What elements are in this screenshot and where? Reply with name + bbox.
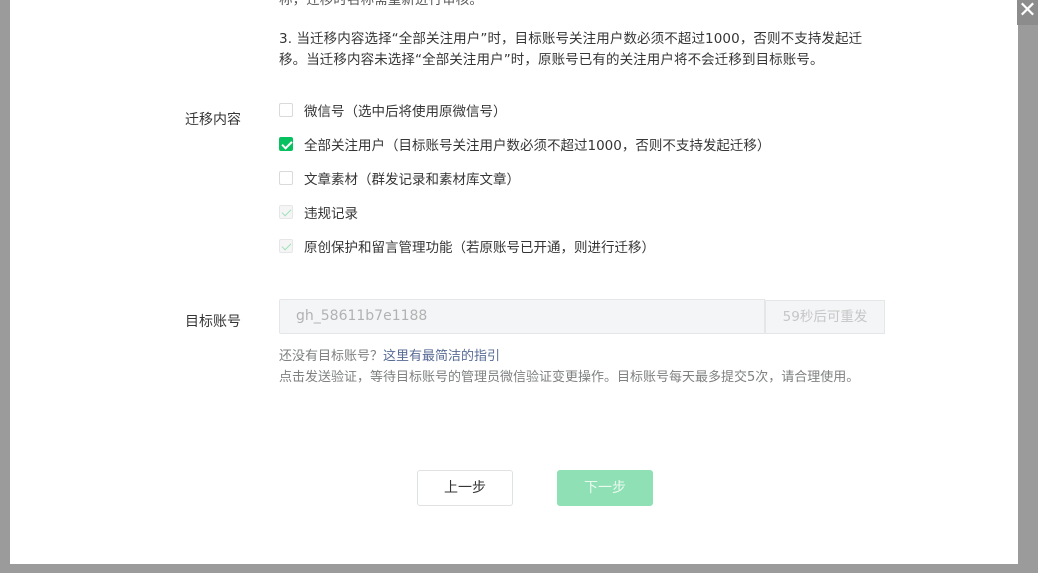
option-original-protection: 原创保护和留言管理功能（若原账号已开通，则进行迁移） [279, 236, 655, 256]
previous-step-button[interactable]: 上一步 [417, 470, 513, 506]
option-label: 违规记录 [304, 206, 358, 222]
checkbox-unchecked[interactable] [279, 103, 293, 117]
checkbox-checked-disabled [279, 205, 293, 219]
option-violation-records: 违规记录 [279, 202, 358, 222]
verification-description: 点击发送验证，等待目标账号的管理员微信验证变更操作。目标账号每天最多提交5次，请… [279, 370, 860, 385]
option-wechat-id[interactable]: 微信号（选中后将使用原微信号） [279, 100, 507, 120]
migration-dialog [10, 0, 1018, 564]
next-step-button[interactable]: 下一步 [557, 470, 653, 506]
option-all-followers[interactable]: 全部关注用户（目标账号关注用户数必须不超过1000，否则不支持发起迁移） [279, 134, 770, 154]
option-label: 微信号（选中后将使用原微信号） [304, 104, 507, 120]
target-account-input[interactable]: gh_58611b7e1188 [279, 299, 765, 334]
content-label: 迁移内容 [185, 112, 241, 128]
checkbox-checked[interactable] [279, 137, 293, 151]
option-label: 文章素材（群发记录和素材库文章） [304, 172, 520, 188]
checkbox-unchecked[interactable] [279, 171, 293, 185]
target-account-hint: 还没有目标账号？这里有最简洁的指引 [279, 345, 500, 364]
close-icon[interactable]: ✕ [1017, 0, 1038, 25]
option-label: 全部关注用户（目标账号关注用户数必须不超过1000，否则不支持发起迁移） [304, 138, 771, 154]
migration-note-partial: 称，迁移时名称需重新进行审核。 [279, 0, 483, 8]
checkbox-checked-disabled [279, 239, 293, 253]
migration-note-3: 3. 当迁移内容选择“全部关注用户”时，目标账号关注用户数必须不超过1000，否… [279, 31, 863, 68]
option-article-materials[interactable]: 文章素材（群发记录和素材库文章） [279, 168, 520, 188]
hint-prefix: 还没有目标账号？ [279, 349, 384, 364]
option-label: 原创保护和留言管理功能（若原账号已开通，则进行迁移） [304, 240, 655, 256]
guide-link[interactable]: 这里有最简洁的指引 [383, 349, 500, 364]
resend-button[interactable]: 59秒后可重发 [765, 300, 885, 334]
target-account-label: 目标账号 [185, 314, 241, 330]
